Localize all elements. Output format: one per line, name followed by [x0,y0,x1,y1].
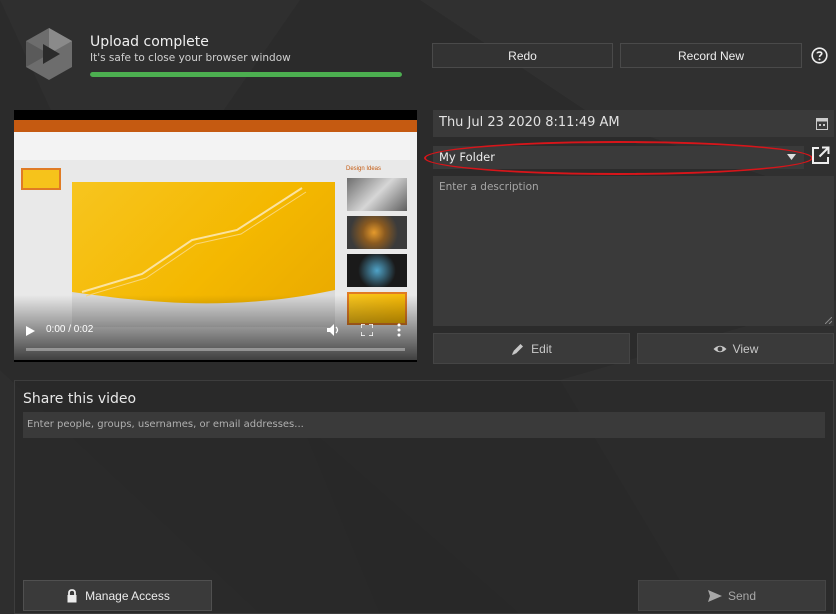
volume-icon[interactable] [327,324,341,336]
open-external-icon[interactable] [811,146,830,165]
share-title: Share this video [23,391,137,407]
record-new-button-label: Record New [677,48,745,63]
design-idea-2 [347,216,407,249]
panopto-logo-icon [26,28,72,80]
recording-date-value: Thu Jul 23 2020 8:11:49 AM [439,115,620,130]
share-recipients-placeholder: Enter people, groups, usernames, or emai… [27,419,304,430]
lock-icon [67,588,77,602]
pencil-icon [512,343,524,355]
design-ideas-title: Design Ideas [346,166,382,172]
send-button[interactable]: Send [638,580,826,611]
send-button-label: Send [727,588,757,603]
upload-status-subtitle: It's safe to close your browser window [90,52,291,64]
share-recipients-input[interactable]: Enter people, groups, usernames, or emai… [23,412,825,438]
manage-access-label: Manage Access [85,588,170,603]
slide-app-titlebar [14,120,417,132]
description-input[interactable]: Enter a description [433,176,834,326]
eye-icon [713,345,727,352]
video-player[interactable]: Design Ideas 0:00 / 0:02 [14,110,417,362]
manage-access-button[interactable]: Manage Access [23,580,212,611]
edit-button-label: Edit [531,341,552,356]
view-button[interactable]: View [637,333,834,364]
send-icon [707,589,722,602]
video-time: 0:00 / 0:02 [46,324,94,335]
slide-app-ribbon [14,132,417,160]
design-idea-1 [347,178,407,211]
folder-highlight-annotation [424,141,813,175]
redo-button-label: Redo [508,48,537,63]
play-icon[interactable] [26,326,35,336]
recording-date-field[interactable]: Thu Jul 23 2020 8:11:49 AM [433,110,834,137]
help-icon[interactable] [811,47,828,64]
view-button-label: View [732,341,759,356]
record-new-button[interactable]: Record New [620,43,802,68]
video-seek-bar[interactable] [26,348,405,351]
slide-thumbnail [21,168,61,190]
upload-progress-fill [90,72,402,77]
description-placeholder: Enter a description [439,181,539,193]
design-idea-3 [347,254,407,287]
fullscreen-icon[interactable] [361,324,373,336]
redo-button[interactable]: Redo [432,43,613,68]
upload-status-title: Upload complete [90,34,209,50]
more-options-icon[interactable] [397,323,401,337]
resize-grip-icon[interactable] [825,317,832,324]
edit-button[interactable]: Edit [433,333,630,364]
upload-progress-bar [90,72,402,77]
calendar-icon[interactable] [816,117,828,130]
